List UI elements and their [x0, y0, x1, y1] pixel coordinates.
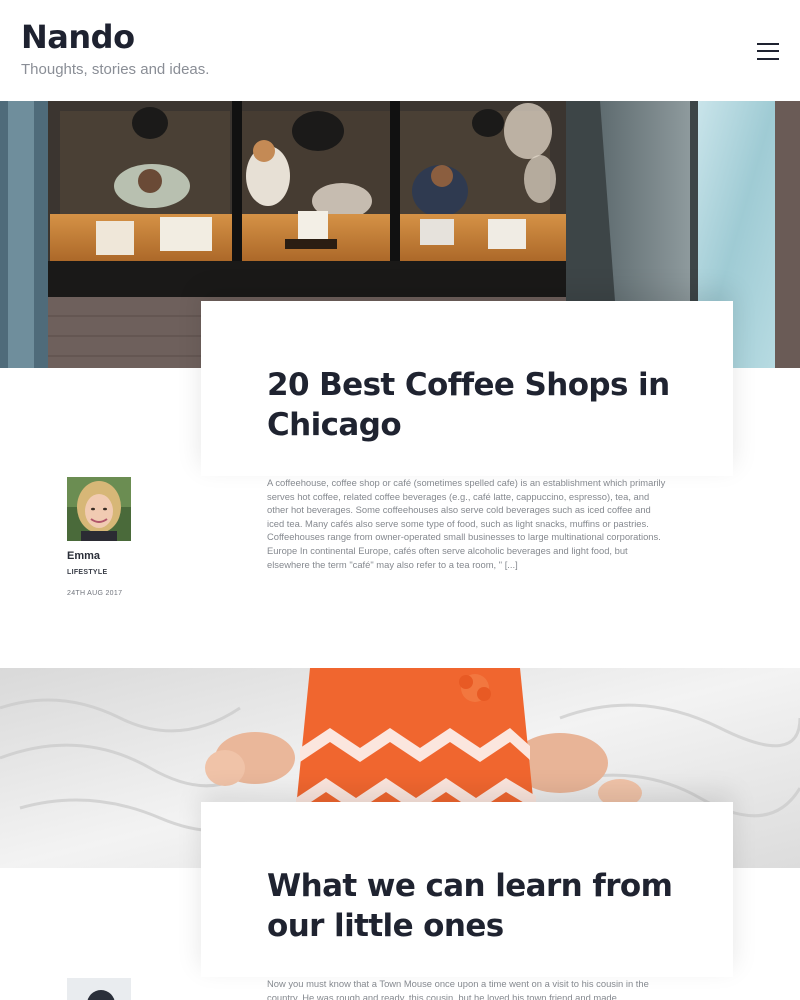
- article-card[interactable]: What we can learn from our little ones N…: [0, 668, 800, 1000]
- hamburger-menu-icon: [757, 43, 779, 45]
- article-excerpt: A coffeehouse, coffee shop or café (some…: [267, 477, 666, 570]
- site-header: Nando Thoughts, stories and ideas.: [0, 0, 800, 101]
- article-title[interactable]: What we can learn from our little ones: [267, 866, 687, 946]
- article-excerpt: Now you must know that a Town Mouse once…: [267, 978, 649, 1000]
- article-title[interactable]: 20 Best Coffee Shops in Chicago: [267, 365, 687, 445]
- article-title-card: What we can learn from our little ones: [201, 802, 733, 977]
- author-avatar[interactable]: [67, 978, 131, 1000]
- author-name[interactable]: Emma: [67, 550, 187, 562]
- author-avatar[interactable]: [67, 477, 131, 541]
- author-block: [67, 978, 187, 1000]
- article-card[interactable]: 20 Best Coffee Shops in Chicago Emma LIF…: [0, 101, 800, 668]
- article-title-card: 20 Best Coffee Shops in Chicago: [201, 301, 733, 476]
- article-category[interactable]: LIFESTYLE: [67, 569, 187, 576]
- menu-button[interactable]: [750, 37, 786, 67]
- site-title[interactable]: Nando: [21, 18, 135, 56]
- author-block: Emma LIFESTYLE 24TH AUG 2017: [67, 477, 187, 597]
- article-date: 24TH AUG 2017: [67, 590, 123, 597]
- site-tagline: Thoughts, stories and ideas.: [21, 61, 210, 78]
